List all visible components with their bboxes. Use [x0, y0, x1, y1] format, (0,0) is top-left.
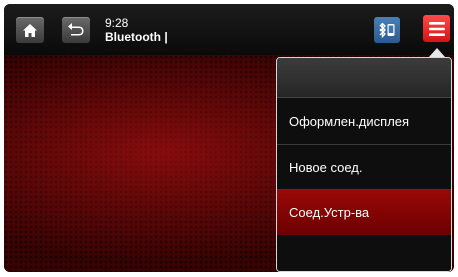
- hamburger-menu-icon: [428, 21, 445, 36]
- dropdown-caret: [429, 48, 445, 57]
- connection-status: Bluetooth |: [105, 30, 168, 44]
- bluetooth-phone-icon: [379, 22, 395, 39]
- home-button[interactable]: [16, 17, 44, 43]
- home-icon: [23, 23, 37, 37]
- bluetooth-phone-button[interactable]: [374, 17, 400, 43]
- menu-item-connected-devices[interactable]: Соед.Устр-ва: [277, 190, 451, 235]
- menu-button[interactable]: [423, 15, 450, 42]
- menu-item-display-design[interactable]: Оформлен.дисплея: [277, 98, 451, 145]
- menu-item-new-connection[interactable]: Новое соед.: [277, 145, 451, 190]
- top-bar: 9:28 Bluetooth |: [4, 4, 454, 55]
- dropdown-header: [277, 58, 451, 98]
- settings-dropdown-menu: Оформлен.дисплея Новое соед. Соед.Устр-в…: [276, 57, 452, 272]
- back-arrow-icon: [68, 23, 84, 36]
- head-unit-screen: 9:28 Bluetooth | Оформлен.дисплея Новое …: [4, 4, 454, 272]
- dropdown-empty-area: [277, 235, 451, 271]
- back-button[interactable]: [62, 17, 90, 43]
- clock-time: 9:28: [105, 16, 129, 30]
- menu-item-label: Новое соед.: [289, 159, 363, 175]
- menu-item-label: Оформлен.дисплея: [289, 113, 410, 129]
- menu-item-label: Соед.Устр-ва: [289, 204, 370, 220]
